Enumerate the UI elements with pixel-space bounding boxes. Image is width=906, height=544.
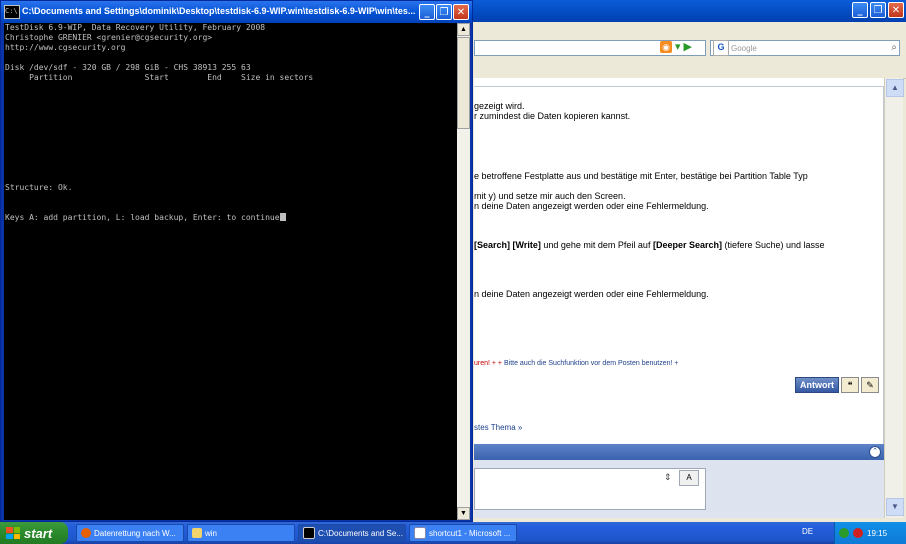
console-line: Christophe GRENIER <grenier@cgsecurity.o… xyxy=(5,33,213,42)
console-titlebar[interactable]: C:\ C:\Documents and Settings\dominik\De… xyxy=(1,1,472,23)
signature-part: Bitte auch die Suchfunktion vor dem Post… xyxy=(502,360,679,367)
firefox-icon xyxy=(81,528,91,538)
document-icon xyxy=(414,527,426,539)
scroll-thumb[interactable] xyxy=(457,37,470,129)
console-text: TestDisk 6.9-WIP, Data Recovery Utility,… xyxy=(5,23,313,223)
console-icon xyxy=(303,527,315,539)
tray-icon[interactable] xyxy=(853,528,863,538)
post-line-search: [Search] [Write] und gehe mit dem Pfeil … xyxy=(474,240,825,250)
console-line: Structure: Ok. xyxy=(5,183,73,192)
signature: uren! + + Bitte auch die Suchfunktion vo… xyxy=(474,359,679,369)
post-line: n deine Daten angezeigt werden oder eine… xyxy=(474,289,709,299)
task-folder[interactable]: win xyxy=(187,524,295,542)
go-icon[interactable]: ▶ xyxy=(684,41,692,53)
forum-post: gezeigt wird. r zumindest die Daten kopi… xyxy=(474,86,884,466)
scroll-up-icon[interactable]: ▲ xyxy=(886,79,904,97)
task-label: shortcut1 - Microsoft ... xyxy=(429,528,511,538)
browser-tabs-bar xyxy=(474,60,906,79)
font-size-icon[interactable]: A xyxy=(679,470,699,486)
dropdown-icon[interactable]: ▾ xyxy=(675,41,681,53)
console-line: Disk /dev/sdf - 320 GB / 298 GiB - CHS 3… xyxy=(5,63,251,72)
google-icon[interactable]: G xyxy=(713,40,729,56)
task-shortcut[interactable]: shortcut1 - Microsoft ... xyxy=(409,524,517,542)
address-bar-icons: ◉ ▾ ▶ xyxy=(660,41,692,53)
resize-icon[interactable]: ⇕ xyxy=(664,472,672,483)
taskbar: start Datenrettung nach W... win C:\Docu… xyxy=(0,522,906,544)
quote-icon[interactable]: ❝ xyxy=(841,377,859,393)
task-firefox[interactable]: Datenrettung nach W... xyxy=(76,524,184,542)
tray-icon[interactable] xyxy=(839,528,849,538)
folder-icon xyxy=(192,528,202,538)
browser-scrollbar[interactable]: ▲ ▼ xyxy=(884,78,904,518)
console-line: http://www.cgsecurity.org xyxy=(5,43,126,52)
rss-icon[interactable]: ◉ xyxy=(660,41,672,53)
browser-menubar xyxy=(474,22,906,39)
start-label: start xyxy=(24,525,53,541)
console-icon[interactable]: C:\ xyxy=(4,5,20,19)
post-actions: Antwort ❝ ✎ xyxy=(795,377,879,393)
forum-page: gezeigt wird. r zumindest die Daten kopi… xyxy=(474,78,884,518)
console-scrollbar[interactable]: ▲ ▼ xyxy=(457,23,470,520)
restore-icon[interactable]: ❐ xyxy=(436,4,452,20)
task-label: C:\Documents and Se... xyxy=(318,528,403,538)
text-cursor xyxy=(279,213,286,221)
console-line: TestDisk 6.9-WIP, Data Recovery Utility,… xyxy=(5,23,266,32)
console-output[interactable]: TestDisk 6.9-WIP, Data Recovery Utility,… xyxy=(4,23,457,520)
console-prompt-line: Keys A: add partition, L: load backup, E… xyxy=(5,213,280,222)
signature-part: uren! + + xyxy=(474,360,503,367)
quick-reply-header: ⌃ xyxy=(474,444,884,460)
deeper-search-keyword: [Deeper Search] xyxy=(652,240,722,250)
minimize-icon[interactable]: _ xyxy=(419,4,435,20)
console-line: Partition Start End Size in sectors xyxy=(5,73,314,82)
language-indicator[interactable]: DE xyxy=(802,527,813,536)
post-text: (tiefere Suche) und lasse xyxy=(721,240,825,250)
edit-icon[interactable]: ✎ xyxy=(861,377,879,393)
console-window: C:\ C:\Documents and Settings\dominik\De… xyxy=(0,0,473,522)
post-line: n deine Daten angezeigt werden oder eine… xyxy=(474,201,709,211)
browser-window-controls: _ ❐ ✕ xyxy=(852,2,904,18)
close-icon[interactable]: ✕ xyxy=(888,2,904,18)
task-console[interactable]: C:\Documents and Se... xyxy=(298,524,406,542)
windows-logo-icon xyxy=(6,527,20,539)
task-label: win xyxy=(205,528,218,538)
scroll-up-icon[interactable]: ▲ xyxy=(457,23,470,36)
quick-reply-panel: ⇕ A xyxy=(474,460,884,518)
console-window-controls: _ ❐ ✕ xyxy=(419,4,469,20)
search-icon[interactable]: ⌕ xyxy=(891,42,897,53)
post-text: und gehe mit dem Pfeil auf xyxy=(540,240,653,250)
post-line: r zumindest die Daten kopieren kannst. xyxy=(474,111,631,121)
write-keyword: [Write] xyxy=(512,240,541,250)
post-line: mit y) und setze mir auch den Screen. xyxy=(474,191,626,201)
google-search-placeholder: Google xyxy=(731,43,757,53)
console-title: C:\Documents and Settings\dominik\Deskto… xyxy=(22,6,416,16)
minimize-icon[interactable]: _ xyxy=(852,2,868,18)
collapse-icon[interactable]: ⌃ xyxy=(869,446,881,458)
reply-button[interactable]: Antwort xyxy=(795,377,839,393)
close-icon[interactable]: ✕ xyxy=(453,4,469,20)
task-label: Datenrettung nach W... xyxy=(94,528,176,538)
system-tray: 19:15 xyxy=(834,522,906,544)
post-line: gezeigt wird. xyxy=(474,101,525,111)
scroll-down-icon[interactable]: ▼ xyxy=(886,498,904,516)
taskbar-tasks: Datenrettung nach W... win C:\Documents … xyxy=(76,524,517,542)
start-button[interactable]: start xyxy=(0,522,68,544)
post-line: e betroffene Festplatte aus und bestätig… xyxy=(474,171,808,181)
restore-icon[interactable]: ❐ xyxy=(870,2,886,18)
google-search-box[interactable]: G Google ⌕ xyxy=(710,40,900,56)
next-thread-link[interactable]: stes Thema » xyxy=(474,423,522,432)
search-keyword: [Search] xyxy=(474,240,511,250)
scroll-down-icon[interactable]: ▼ xyxy=(457,507,470,520)
clock[interactable]: 19:15 xyxy=(867,529,887,538)
